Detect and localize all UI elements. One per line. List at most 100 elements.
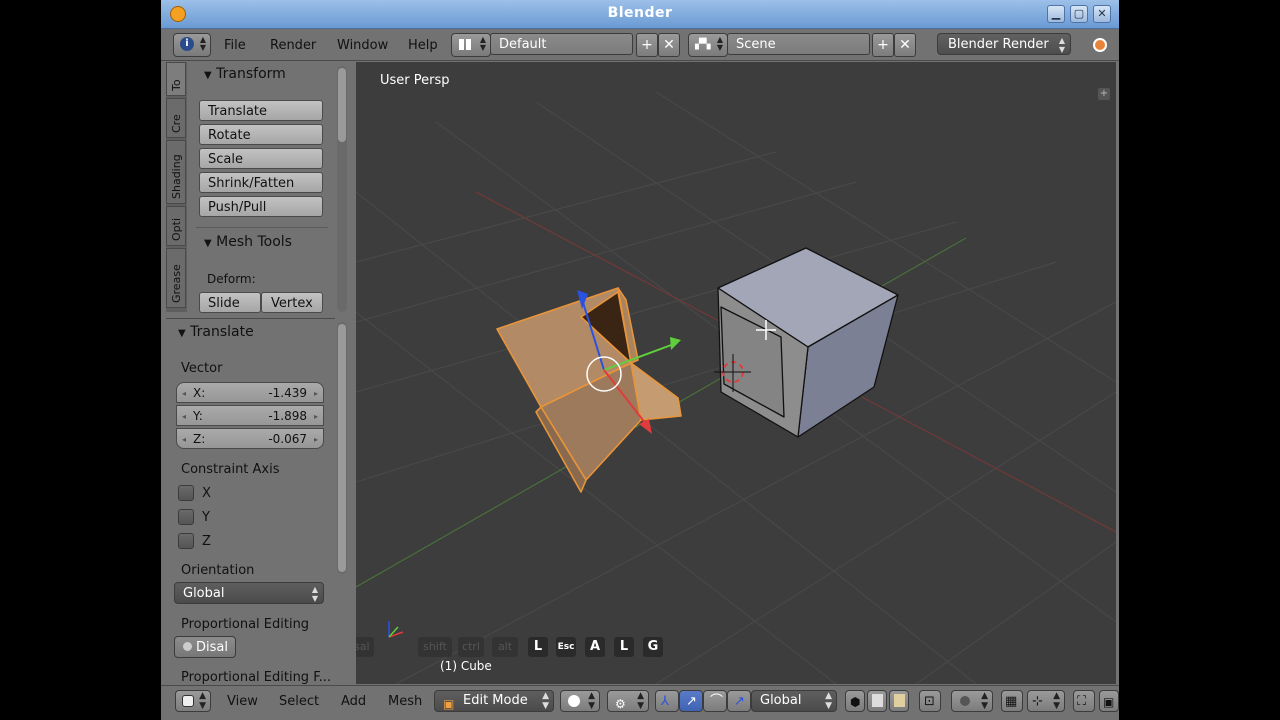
- title-bar: Blender ▁ ▢ ✕: [161, 0, 1119, 29]
- axis-gizmo: [388, 621, 404, 638]
- overflow-button[interactable]: ▣: [1099, 690, 1119, 712]
- transform-orientation-select[interactable]: Global ▲ ▼: [751, 690, 837, 712]
- z-label: Z:: [193, 432, 206, 446]
- blender-window: Blender ▁ ▢ ✕ i ▲ ▼ File Render Window He…: [161, 0, 1119, 720]
- menu-select[interactable]: Select: [279, 694, 319, 709]
- deform-label: Deform:: [207, 272, 256, 286]
- render-icon[interactable]: [1093, 38, 1107, 52]
- tab-create[interactable]: Cre: [166, 98, 186, 138]
- render-engine-select[interactable]: Blender Render ▲ ▼: [937, 33, 1071, 55]
- vertex-slide-button[interactable]: Vertex: [261, 292, 323, 313]
- x-value: -1.439: [268, 386, 307, 400]
- layer-button[interactable]: ⬢: [845, 690, 865, 712]
- translate-button[interactable]: Translate: [199, 100, 323, 121]
- tab-grease[interactable]: Grease: [166, 248, 186, 308]
- scale-button[interactable]: Scale: [199, 148, 323, 169]
- minimize-icon[interactable]: ▁: [1047, 5, 1065, 23]
- screen-layout-button[interactable]: ▲ ▼: [451, 33, 491, 57]
- cube: [717, 247, 899, 438]
- vector-y-field[interactable]: ◂ Y: -1.898 ▸: [176, 405, 324, 426]
- mesh-tools-panel-header[interactable]: ▼ Mesh Tools: [204, 234, 292, 250]
- constraint-y-label: Y: [202, 510, 210, 525]
- chevron-updown-icon: ▲ ▼: [1058, 36, 1065, 54]
- viewport-scene: [356, 91, 1116, 684]
- tab-label: Opti: [170, 217, 183, 241]
- cube-icon: ⬢: [850, 695, 861, 709]
- proportional-editing-select[interactable]: Disal: [174, 636, 236, 658]
- overlay-key-g: G: [643, 637, 663, 657]
- menu-view[interactable]: View: [227, 694, 258, 709]
- remove-screen-icon[interactable]: ✕: [658, 33, 680, 57]
- menu-help[interactable]: Help: [408, 38, 438, 53]
- tab-label: Cre: [170, 114, 183, 133]
- 3d-view-header: ▲ ▼ View Select Add Mesh ▣ Edit Mode ▲ ▼ ▲…: [161, 685, 1119, 720]
- tab-shading[interactable]: Shading: [166, 140, 186, 204]
- orientation-label: Orientation: [181, 563, 255, 578]
- editor-type-info-button[interactable]: i ▲ ▼: [173, 33, 211, 57]
- menu-mesh[interactable]: Mesh: [388, 694, 422, 709]
- tool-shelf-scroll-thumb[interactable]: [338, 68, 346, 142]
- chevron-updown-icon: ▲ ▼: [479, 35, 486, 52]
- vector-x-field[interactable]: ◂ X: -1.439 ▸: [176, 382, 324, 403]
- pivot-point-select[interactable]: ⚙ ▲ ▼: [607, 690, 649, 712]
- menu-render[interactable]: Render: [270, 38, 316, 53]
- push-pull-button[interactable]: Push/Pull: [199, 196, 323, 217]
- maximize-icon[interactable]: ▢: [1070, 5, 1088, 23]
- constraint-axis-label: Constraint Axis: [181, 462, 280, 477]
- proportional-falloff-label: Proportional Editing F...: [181, 670, 331, 685]
- grid-icon: ▦: [1005, 694, 1018, 709]
- snap-element-button[interactable]: ▦: [1001, 690, 1023, 712]
- target-icon: ⊡: [924, 694, 935, 709]
- remove-scene-icon[interactable]: ✕: [894, 33, 916, 57]
- translate-manipulator-toggle[interactable]: ↗: [679, 690, 703, 712]
- close-icon[interactable]: ✕: [1093, 5, 1111, 23]
- chevron-updown-icon: ▲ ▼: [1053, 691, 1060, 711]
- menu-window[interactable]: Window: [337, 38, 388, 53]
- scene-field[interactable]: Scene: [727, 33, 870, 55]
- chevron-updown-icon: ▲ ▼: [542, 691, 549, 711]
- 3d-viewport[interactable]: User Persp + Disal shift ctrl alt L Esc …: [356, 62, 1116, 684]
- add-scene-icon[interactable]: +: [872, 33, 894, 57]
- orientation-select[interactable]: Global ▲ ▼: [174, 582, 324, 604]
- snap-button[interactable]: ⊡: [919, 690, 941, 712]
- tab-tools[interactable]: To: [166, 62, 186, 96]
- constraint-y-checkbox[interactable]: [178, 509, 194, 525]
- xray-button[interactable]: [867, 690, 887, 712]
- slide-edge-button[interactable]: Slide Ed: [199, 292, 261, 332]
- tab-label: To: [170, 79, 183, 91]
- screen-layout-field[interactable]: Default: [490, 33, 633, 55]
- arrow-icon: ↗: [686, 694, 697, 709]
- menu-file[interactable]: File: [224, 38, 246, 53]
- chevron-updown-icon: ▲ ▼: [716, 35, 723, 52]
- triangle-down-icon: ▼: [204, 70, 212, 81]
- constraint-x-checkbox[interactable]: [178, 485, 194, 501]
- operator-panel-scroll-thumb[interactable]: [338, 324, 346, 572]
- limit-selection-button[interactable]: [889, 690, 909, 712]
- rotate-manipulator-toggle[interactable]: ⌒: [703, 690, 727, 712]
- operator-panel-scrollbar[interactable]: [337, 322, 347, 574]
- manipulator-toggle[interactable]: ⅄: [655, 690, 679, 712]
- proportional-editing-button[interactable]: ▲ ▼: [951, 690, 993, 712]
- editor-type-3dview-button[interactable]: ▲ ▼: [175, 690, 211, 712]
- camera-icon: ⛶: [1077, 694, 1087, 709]
- constraint-z-checkbox[interactable]: [178, 533, 194, 549]
- render-preview-button[interactable]: ⛶: [1073, 690, 1095, 712]
- vector-z-field[interactable]: ◂ Z: -0.067 ▸: [176, 428, 324, 449]
- scene-button[interactable]: ▞▚ ▲ ▼: [688, 33, 728, 57]
- scale-manipulator-toggle[interactable]: ↗: [727, 690, 751, 712]
- tool-shelf-scrollbar[interactable]: [337, 66, 347, 312]
- overlay-key-dim: Disal: [356, 637, 374, 657]
- transform-panel-header[interactable]: ▼ Transform: [204, 66, 286, 82]
- arrow-left-icon: ◂: [182, 389, 187, 398]
- snap-target-select[interactable]: ⊹ ▲ ▼: [1027, 690, 1065, 712]
- mode-select[interactable]: ▣ Edit Mode ▲ ▼: [434, 690, 554, 712]
- tab-options[interactable]: Opti: [166, 206, 186, 246]
- viewport-shading-select[interactable]: ▲ ▼: [560, 690, 600, 712]
- shrink-fatten-button[interactable]: Shrink/Fatten: [199, 172, 323, 193]
- operator-panel-header[interactable]: ▼ Translate: [178, 324, 254, 340]
- add-screen-icon[interactable]: +: [636, 33, 658, 57]
- rotate-button[interactable]: Rotate: [199, 124, 323, 145]
- view-toggle-icon[interactable]: +: [1098, 88, 1110, 100]
- menu-add[interactable]: Add: [341, 694, 366, 709]
- arrow-right-icon: ▸: [313, 389, 318, 398]
